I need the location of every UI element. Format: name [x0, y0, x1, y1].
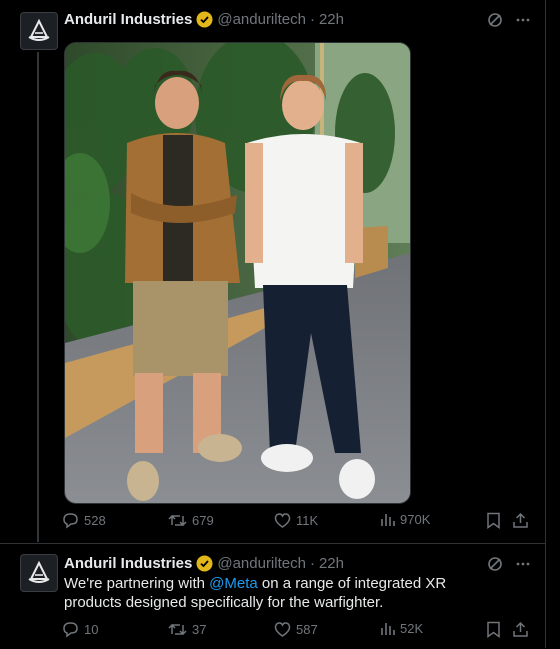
reply-count: 10 — [84, 622, 99, 637]
tweet-body: We're partnering with @Meta on a range o… — [64, 574, 484, 612]
reply-button[interactable]: 528 — [62, 512, 106, 529]
share-button[interactable] — [512, 512, 529, 529]
bookmark-button[interactable] — [486, 621, 501, 638]
author-name[interactable]: Anduril Industries — [64, 11, 192, 28]
tweet-text-start: We're partnering with — [64, 575, 210, 592]
avatar[interactable] — [20, 12, 58, 50]
reply-icon — [63, 622, 78, 638]
author-handle[interactable]: @anduriltech — [217, 555, 306, 572]
anduril-logo-icon — [28, 560, 50, 583]
more-icon[interactable] — [515, 556, 531, 572]
reply-icon — [63, 513, 78, 529]
retweet-icon — [168, 514, 187, 527]
verified-badge-icon — [196, 555, 213, 572]
action-bar: 10 37 587 52K — [62, 621, 532, 641]
photo-illustration — [65, 43, 410, 503]
reply-count: 528 — [84, 513, 106, 528]
mention-link[interactable]: @Meta — [209, 575, 258, 592]
header-actions — [487, 556, 531, 572]
retweet-button[interactable]: 679 — [168, 512, 214, 529]
bookmark-icon — [487, 621, 500, 638]
like-count: 587 — [296, 622, 318, 637]
share-button[interactable] — [512, 621, 529, 638]
avatar[interactable] — [20, 554, 58, 592]
views-icon — [381, 514, 395, 526]
views-icon — [381, 623, 395, 635]
verified-badge-icon — [196, 11, 213, 28]
grok-icon[interactable] — [487, 556, 503, 572]
header-actions — [487, 12, 531, 28]
like-count: 11K — [296, 513, 319, 528]
views-button[interactable]: 52K — [380, 621, 423, 636]
share-icon — [513, 621, 528, 637]
views-count: 52K — [400, 621, 424, 636]
more-icon[interactable] — [515, 12, 531, 28]
thread-line — [37, 52, 39, 542]
like-icon — [274, 513, 291, 528]
tweet-photo[interactable]: Anduril Industries @anduriltech · 22h 52… — [0, 0, 545, 542]
action-bar: 528 679 11K 970K — [62, 512, 532, 532]
bookmark-icon — [487, 512, 500, 529]
timestamp[interactable]: 22h — [319, 555, 344, 572]
separator-dot: · — [309, 555, 315, 572]
tweet-text[interactable]: Anduril Industries @anduriltech · 22h We… — [0, 543, 545, 649]
author-handle[interactable]: @anduriltech — [217, 11, 306, 28]
timestamp[interactable]: 22h — [319, 11, 344, 28]
bookmark-button[interactable] — [486, 512, 501, 529]
like-button[interactable]: 11K — [274, 512, 318, 529]
author-name[interactable]: Anduril Industries — [64, 555, 192, 572]
tweet-header: Anduril Industries @anduriltech · 22h — [64, 555, 344, 572]
grok-icon[interactable] — [487, 12, 503, 28]
like-icon — [274, 622, 291, 637]
retweet-count: 37 — [192, 622, 207, 637]
retweet-button[interactable]: 37 — [168, 621, 206, 638]
views-button[interactable]: 970K — [380, 512, 430, 527]
like-button[interactable]: 587 — [274, 621, 318, 638]
right-border — [545, 0, 560, 648]
tweet-header: Anduril Industries @anduriltech · 22h — [64, 11, 344, 28]
share-icon — [513, 512, 528, 528]
separator-dot: · — [309, 11, 315, 28]
retweet-icon — [168, 623, 187, 636]
tweet-image[interactable] — [64, 42, 411, 504]
anduril-logo-icon — [28, 18, 50, 41]
retweet-count: 679 — [192, 513, 214, 528]
views-count: 970K — [400, 512, 431, 527]
reply-button[interactable]: 10 — [62, 621, 98, 638]
